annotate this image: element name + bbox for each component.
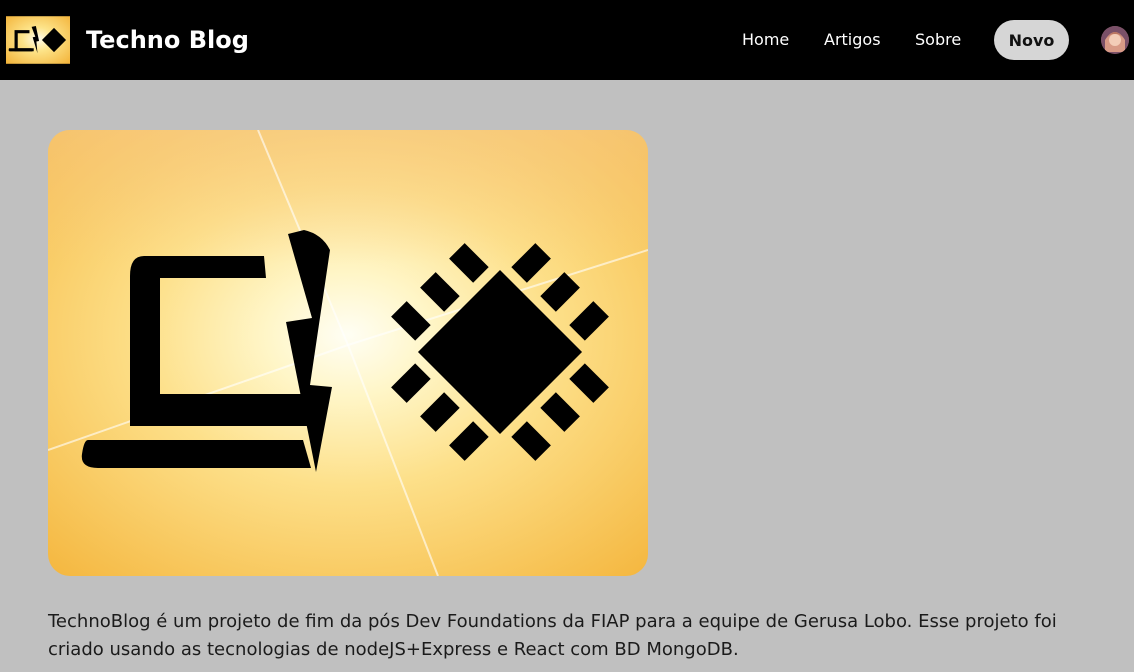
site-title[interactable]: Techno Blog (86, 24, 249, 56)
laptop-lightning-chip-illustration (48, 130, 648, 576)
avatar-face-icon (1101, 26, 1129, 54)
project-description: TechnoBlog é um projeto de fim da pós De… (48, 611, 1057, 660)
laptop-chip-logo-icon (6, 16, 70, 64)
logo-link[interactable] (6, 16, 70, 64)
new-post-button[interactable]: Novo (994, 20, 1069, 60)
nav-link-articles[interactable]: Artigos (824, 28, 881, 52)
nav-link-home[interactable]: Home (742, 28, 789, 52)
user-avatar-icon[interactable] (1101, 26, 1129, 54)
top-navbar: Techno Blog Home Artigos Sobre Novo (0, 0, 1134, 80)
nav-link-about[interactable]: Sobre (915, 28, 961, 52)
hero-image (48, 130, 648, 576)
